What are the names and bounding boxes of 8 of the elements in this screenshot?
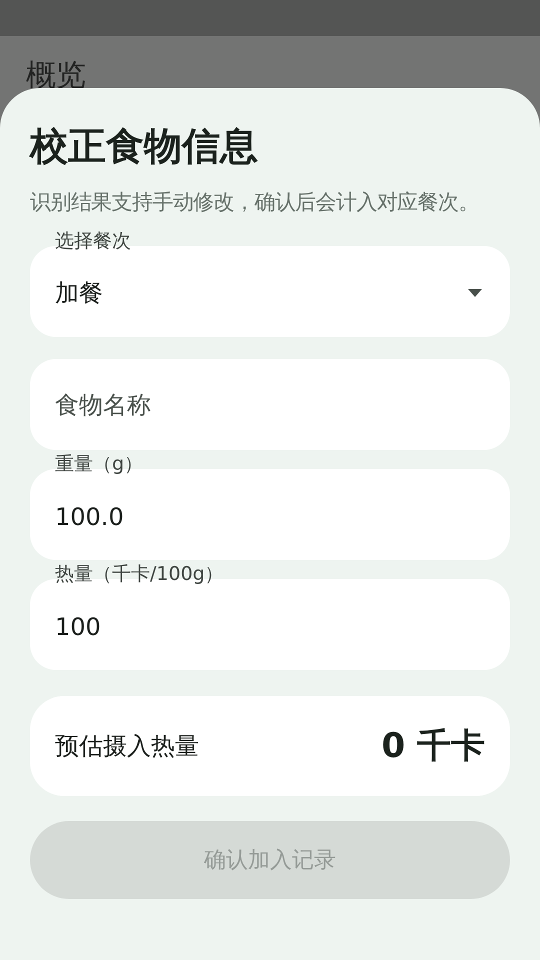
sheet-subtitle: 识别结果支持手动修改，确认后会计入对应餐次。 (30, 189, 480, 216)
estimate-label: 预估摄入热量 (55, 731, 199, 762)
sheet-title: 校正食物信息 (30, 123, 259, 170)
page-title: 概览 (26, 57, 87, 95)
select-value: 加餐 (55, 278, 103, 308)
input-field[interactable]: 食物名称 (30, 359, 510, 450)
dropdown-icon (468, 288, 482, 296)
estimate-value: 0 千卡 (382, 724, 485, 768)
